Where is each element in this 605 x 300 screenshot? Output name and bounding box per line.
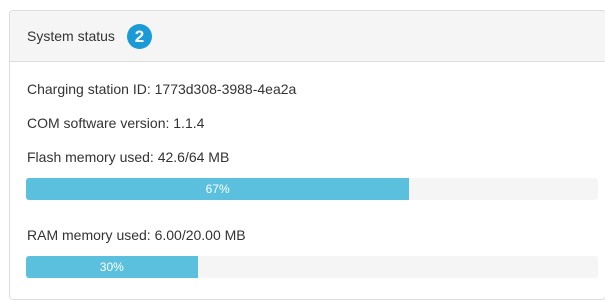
- ram-memory-progress: 30%: [26, 256, 598, 278]
- com-software-version: COM software version: 1.1.4: [27, 115, 205, 131]
- panel-title: System status: [27, 28, 115, 44]
- ram-memory-percent: 30%: [99, 260, 124, 274]
- charging-station-id: Charging station ID: 1773d308-3988-4ea2a: [27, 81, 297, 97]
- panel-heading: System status 2: [10, 11, 605, 62]
- flash-memory-progress: 67%: [26, 178, 598, 200]
- system-status-panel: System status 2 Charging station ID: 177…: [9, 10, 605, 300]
- flash-memory-progress-bar: 67%: [26, 178, 410, 200]
- flash-memory-label: Flash memory used: 42.6/64 MB: [27, 149, 230, 165]
- flash-memory-percent: 67%: [205, 182, 230, 196]
- step-badge: 2: [126, 23, 152, 49]
- ram-memory-label: RAM memory used: 6.00/20.00 MB: [27, 227, 246, 243]
- ram-memory-progress-bar: 30%: [26, 256, 198, 278]
